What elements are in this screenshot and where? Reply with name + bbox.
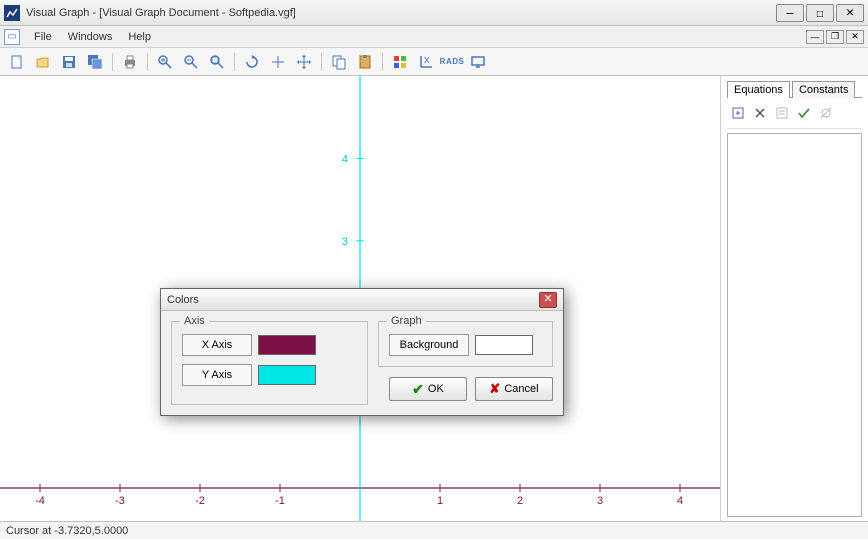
side-tabs: Equations Constants [727,80,862,98]
separator [112,53,113,71]
svg-text:2: 2 [517,495,523,507]
graph-fieldset: Graph Background [378,321,553,367]
crosshair-button[interactable] [267,51,289,73]
dialog-buttons: ✔OK ✘Cancel [378,377,553,401]
paste-button[interactable] [354,51,376,73]
add-equation-button[interactable] [729,104,747,122]
menubar: ▭ File Windows Help — ❐ ✕ [0,26,868,48]
yaxis-row: Y Axis [182,364,357,386]
zoom-fit-button[interactable] [206,51,228,73]
tab-constants[interactable]: Constants [792,81,856,98]
yaxis-swatch[interactable] [258,365,316,385]
dialog-title: Colors [167,294,539,306]
app-icon [4,5,20,21]
radians-button[interactable]: RADS [441,51,463,73]
copy-button[interactable] [328,51,350,73]
xaxis-swatch[interactable] [258,335,316,355]
svg-text:4: 4 [677,495,683,507]
tab-equations[interactable]: Equations [727,81,790,98]
separator [234,53,235,71]
maximize-button[interactable]: ☐ [806,4,834,22]
edit-equation-button[interactable] [773,104,791,122]
svg-text:-4: -4 [35,495,45,507]
menu-file[interactable]: File [26,29,60,45]
yaxis-button[interactable]: Y Axis [182,364,252,386]
colors-dialog: Colors ✕ Axis X Axis Y Axis Graph Backgr… [160,288,564,416]
dialog-titlebar[interactable]: Colors ✕ [161,289,563,311]
svg-text:4: 4 [342,153,348,165]
separator [382,53,383,71]
svg-text:3: 3 [597,495,603,507]
mdi-controls: — ❐ ✕ [806,30,864,44]
document-icon[interactable]: ▭ [4,29,20,45]
menu-help[interactable]: Help [120,29,159,45]
close-button[interactable]: ✕ [836,4,864,22]
axes-button[interactable]: x [415,51,437,73]
move-button[interactable] [293,51,315,73]
colors-button[interactable] [389,51,411,73]
cross-icon: ✘ [489,381,500,397]
titlebar: Visual Graph - [Visual Graph Document - … [0,0,868,26]
xaxis-button[interactable]: X Axis [182,334,252,356]
svg-text:-3: -3 [115,495,125,507]
cursor-position: Cursor at -3.7320,5.0000 [6,525,128,537]
mdi-close-button[interactable]: ✕ [846,30,864,44]
screen-button[interactable] [467,51,489,73]
zoom-out-button[interactable] [180,51,202,73]
check-icon: ✔ [412,381,424,398]
window-controls: — ☐ ✕ [776,4,864,22]
statusbar: Cursor at -3.7320,5.0000 [0,521,868,539]
xaxis-row: X Axis [182,334,357,356]
mdi-restore-button[interactable]: ❐ [826,30,844,44]
svg-text:-1: -1 [275,495,285,507]
svg-text:3: 3 [342,236,348,248]
dialog-body: Axis X Axis Y Axis Graph Background ✔OK … [161,311,563,415]
mdi-minimize-button[interactable]: — [806,30,824,44]
axis-fieldset: Axis X Axis Y Axis [171,321,368,405]
ok-button[interactable]: ✔OK [389,377,467,401]
background-button[interactable]: Background [389,334,469,356]
save-button[interactable] [58,51,80,73]
side-panel: Equations Constants [720,76,868,521]
new-button[interactable] [6,51,28,73]
dialog-close-button[interactable]: ✕ [539,292,557,308]
separator [321,53,322,71]
axis-legend: Axis [180,315,209,327]
refresh-button[interactable] [241,51,263,73]
check-button[interactable] [795,104,813,122]
right-column: Graph Background ✔OK ✘Cancel [378,321,553,405]
menu-windows[interactable]: Windows [60,29,121,45]
svg-text:1: 1 [437,495,443,507]
save-all-button[interactable] [84,51,106,73]
background-row: Background [389,334,542,356]
toggle-visibility-button[interactable] [817,104,835,122]
window-title: Visual Graph - [Visual Graph Document - … [26,7,776,19]
equation-list[interactable] [727,133,862,517]
cancel-button[interactable]: ✘Cancel [475,377,553,401]
minimize-button[interactable]: — [776,4,804,22]
svg-text:-2: -2 [195,495,205,507]
open-button[interactable] [32,51,54,73]
print-button[interactable] [119,51,141,73]
svg-text:x: x [424,54,430,66]
zoom-in-button[interactable] [154,51,176,73]
graph-legend: Graph [387,315,426,327]
separator [147,53,148,71]
toolbar: x RADS [0,48,868,76]
background-swatch[interactable] [475,335,533,355]
panel-toolbar [727,98,862,129]
delete-equation-button[interactable] [751,104,769,122]
